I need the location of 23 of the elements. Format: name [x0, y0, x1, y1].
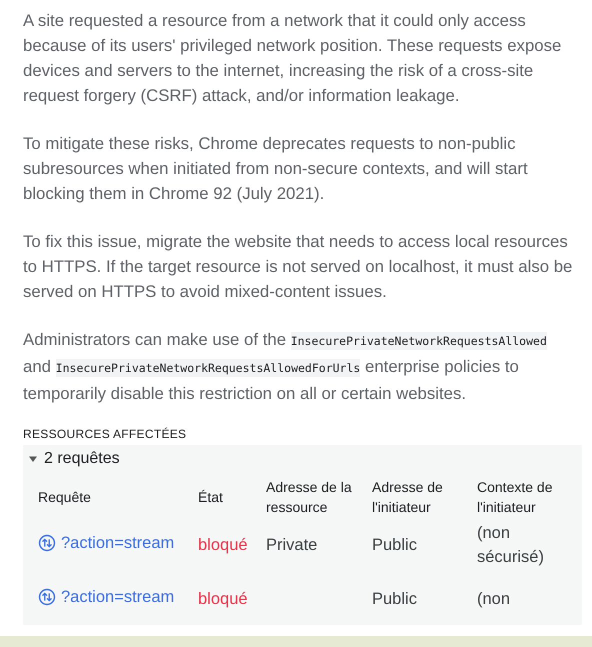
column-header: Contexte de l'initiateur: [476, 478, 554, 517]
table-cell: (non sécurisé): [477, 524, 544, 566]
paragraph: Administrators can make use of the InsecurePrivateNetworkRequestsAllowed and InsecurePrivateNetworkRequestsAllowedForUrls enterprise policies to temporarily disable this restriction on all or certain websites.: [23, 329, 548, 405]
status-text: bloqué: [198, 536, 248, 554]
table-cell: (non: [477, 590, 510, 608]
request-icon: [38, 534, 56, 552]
request-link[interactable]: ?action=stream: [38, 585, 174, 609]
paragraph: To fix this issue, migrate the website that needs to access local resources to HTTPS. If the target resource is not served on localhost, it must also be served on HTTPS to avoid mixed-content issues.: [23, 231, 574, 303]
section-heading: RESSOURCES AFFECTÉES: [23, 427, 188, 441]
request-icon: [38, 588, 56, 606]
table-cell: Public: [372, 536, 417, 554]
request-link[interactable]: ?action=stream: [38, 531, 174, 555]
caret-icon: [28, 454, 38, 464]
column-header: Adresse de la ressource: [265, 478, 353, 517]
group-toggle[interactable]: 2 requêtes: [23, 445, 125, 473]
column-header: État: [197, 488, 224, 507]
column-header: Requête: [37, 488, 92, 507]
column-header: Adresse de l'initiateur: [371, 478, 444, 517]
paragraph: A site requested a resource from a network that it could only access because of its users' privileged network position. These requests expose devices and servers to the internet, increasing the risk of a cross-site request forgery (CSRF) attack, and/or information leakage.: [23, 10, 562, 107]
paragraph: To mitigate these risks, Chrome deprecates requests to non-public subresources when initiated from non-secure contexts, and will start blocking them in Chrome 92 (July 2021).: [23, 133, 529, 205]
table-cell: Public: [372, 590, 417, 608]
table-cell: Private: [266, 536, 318, 554]
status-text: bloqué: [198, 590, 248, 608]
